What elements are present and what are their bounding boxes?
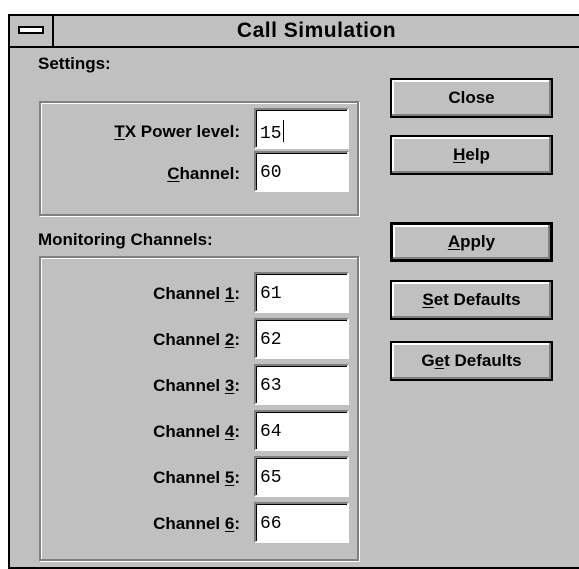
channel-2-label: Channel 2:: [153, 330, 240, 349]
system-menu-icon: [18, 26, 44, 34]
get-defaults-button[interactable]: Get Defaults: [390, 341, 553, 381]
title-bar: Call Simulation: [10, 16, 579, 48]
call-simulation-dialog: Call Simulation Settings: TX Power level…: [8, 14, 579, 569]
channel-5-input[interactable]: 65: [254, 456, 349, 497]
channel-2-input[interactable]: 62: [254, 318, 349, 359]
channel-3-input[interactable]: 63: [254, 364, 349, 405]
channel-5-label: Channel 5:: [153, 468, 240, 487]
channel-3-label: Channel 3:: [153, 376, 240, 395]
settings-group-label: Settings:: [38, 54, 111, 73]
channel-value: 60: [260, 163, 282, 183]
tx-power-label: TX Power level:: [50, 122, 240, 142]
tx-power-mnemonic: T: [114, 122, 125, 141]
channel-mnemonic: C: [167, 164, 180, 183]
text-cursor: [282, 120, 284, 142]
set-defaults-button[interactable]: Set Defaults: [390, 280, 553, 320]
channel-1-input[interactable]: 61: [254, 272, 349, 313]
channel-label: Channel:: [50, 164, 240, 184]
channel-6-input[interactable]: 66: [254, 502, 349, 543]
system-menu-button[interactable]: [10, 16, 54, 46]
channel-1-label: Channel 1:: [153, 284, 240, 303]
tx-power-input[interactable]: 15: [254, 108, 349, 149]
channel-4-input[interactable]: 64: [254, 410, 349, 451]
monitoring-group-label: Monitoring Channels:: [38, 230, 213, 249]
channel-input[interactable]: 60: [254, 151, 349, 192]
tx-power-value: 15: [260, 124, 282, 144]
channel-label-text: hannel:: [179, 164, 240, 183]
help-button[interactable]: Help: [390, 135, 553, 175]
window-title: Call Simulation: [236, 19, 397, 42]
channel-6-label: Channel 6:: [153, 514, 240, 533]
tx-power-label-text: X Power level:: [124, 122, 240, 141]
apply-button[interactable]: Apply: [390, 222, 553, 262]
close-button[interactable]: Close: [390, 78, 553, 118]
channel-4-label: Channel 4:: [153, 422, 240, 441]
